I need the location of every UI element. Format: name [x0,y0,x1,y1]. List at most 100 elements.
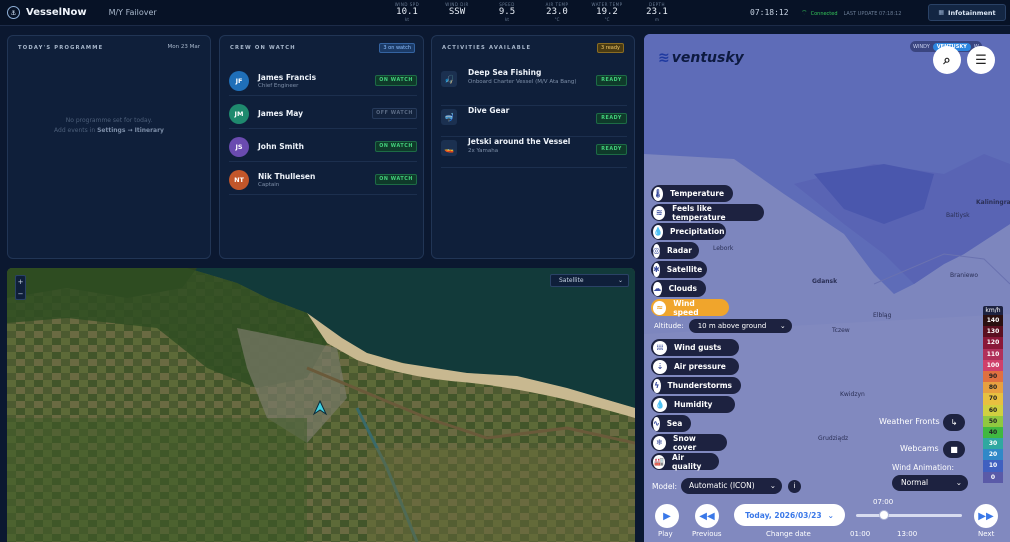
metric-value: 10.1 [396,7,418,17]
layer-precipitation[interactable]: 💧 Precipitation [651,223,726,240]
crew-row[interactable]: JM James May OFF WATCH [229,99,417,129]
legend-cell: 110 [983,348,1003,360]
layer-air-quality[interactable]: 🏭 Air quality [651,453,719,471]
layer-snow-cover[interactable]: ❄ Snow cover [651,434,727,452]
altitude-label: Altitude: [654,322,684,330]
previous-label: Previous [692,530,722,538]
clock: 07:18:12 [750,8,789,17]
panel-title: TODAY'S PROGRAMME [18,45,104,51]
timeline-handle[interactable] [879,510,889,520]
crew-row[interactable]: JF James Francis Chief Engineer ON WATCH [229,66,417,96]
rewind-icon: ◀◀ [699,510,715,522]
wind-animation-label: Wind Animation: [892,463,954,472]
change-date-label: Change date [766,530,811,538]
layer-satellite[interactable]: ✱ Satellite [651,261,707,278]
city-label: Lebork [713,245,734,252]
layer-radar[interactable]: ◎ Radar [651,242,699,259]
app-logo[interactable]: ⚓ VesselNow [7,6,87,19]
zoom-in-button[interactable]: + [16,276,25,288]
layer-air-pressure[interactable]: ⇣ Air pressure [651,358,739,375]
layer-sea[interactable]: ∿ Sea [651,415,691,432]
crew-name: Nik Thullesen [258,171,316,181]
activity-row[interactable]: 🎣 Deep Sea Fishing Onboard Charter Vessel … [441,68,627,106]
layer-icon: ❄ [653,435,666,450]
search-icon: ⌕ [943,52,951,68]
legend-cell: 70 [983,393,1003,405]
city-label: Braniewo [950,272,978,279]
zoom-out-button[interactable]: − [16,288,25,300]
layer-wind-speed[interactable]: ≈ Wind speed [651,299,729,317]
activity-row[interactable]: 🚤 Jetski around the Vessel 2x Yamaha READY [441,137,627,168]
top-bar: ⚓ VesselNow M/Y Failover WIND SPD 10.1 kt W… [0,0,1010,26]
city-label: Grudziądz [818,435,849,442]
model-row: Model: Automatic (ICON) ⌄ i [652,478,802,494]
layer-icon: ⇣ [653,359,667,374]
jetski-icon: 🚤 [441,140,457,156]
webcams-toggle[interactable]: ■ [943,441,965,458]
play-button[interactable]: ▶ [655,504,679,528]
activity-sub: 2x Yamaha [468,148,499,154]
timeline-track[interactable] [856,514,962,517]
satellite-map[interactable]: + − Satellite ⌄ [7,268,635,542]
watch-status: OFF WATCH [372,108,417,119]
vessel-position-icon[interactable] [312,400,328,416]
source-windy[interactable]: WINDY [913,44,930,50]
crew-row[interactable]: NT Nik Thullesen Captain ON WATCH [229,165,417,195]
metric-value: 19.2 [596,7,618,17]
menu-button[interactable]: ☰ [967,46,995,74]
chevron-down-icon: ⌄ [779,322,786,330]
infotainment-button[interactable]: ▦ Infotainment [928,4,1006,21]
empty-hint: Add events in Settings → Itinerary [54,127,164,134]
activity-row[interactable]: 🤿 Dive Gear READY [441,106,627,137]
settings-link[interactable]: Settings → Itinerary [97,127,164,134]
info-icon[interactable]: i [788,479,802,493]
next-label: Next [978,530,995,538]
layer-label: Sea [666,419,683,428]
model-label: Model: [652,481,678,491]
on-watch-badge: 3 on watch [379,43,415,53]
crew-text: James Francis Chief Engineer [258,73,368,89]
current-time: 07:00 [873,498,894,506]
layer-icon: ≋ [653,205,666,220]
crew-name: James May [258,109,304,118]
legend-cell: 50 [983,415,1003,427]
next-button[interactable]: ▶▶ [974,504,998,528]
timeline-tick: 01:00 [850,530,871,538]
altitude-select[interactable]: 10 m above ground ⌄ [688,319,792,333]
ventusky-weather[interactable]: Kaliningrad Braniewo Baltiysk Grudziądz Kwid… [644,34,1010,542]
model-select[interactable]: Automatic (ICON) ⌄ [681,478,783,494]
layer-feels-like-temperature[interactable]: ≋ Feels like temperature [651,204,764,222]
legend-cell: 120 [983,337,1003,349]
activities-panel: ACTIVITIES AVAILABLE 3 ready 🎣 Deep Sea F… [431,35,635,259]
chevron-down-icon: ⌄ [827,510,834,520]
crew-row[interactable]: JS John Smith ON WATCH [229,132,417,162]
previous-button[interactable]: ◀◀ [695,504,719,528]
layer-humidity[interactable]: 💧 Humidity [651,396,735,413]
watch-status: ON WATCH [375,174,417,185]
legend-cell: 130 [983,326,1003,338]
crew-name: James Francis [258,72,317,82]
layer-thunderstorms[interactable]: ϟ Thunderstorms [651,377,741,394]
grid-icon: ▦ [938,9,945,16]
metric-value: 9.5 [498,7,516,17]
menu-icon: ☰ [975,52,987,68]
weather-fronts-toggle[interactable]: ↳ [943,414,965,431]
crew-panel: CREW ON WATCH 3 on watch JF James Francis… [219,35,424,259]
camera-icon: ■ [950,445,958,454]
layer-temperature[interactable]: 🌡 Temperature [651,185,733,202]
layer-label: Satellite [666,265,703,274]
metric: SPEED 9.5 kt [482,2,532,22]
wind-animation-select[interactable]: Normal ⌄ [892,475,968,491]
date-button[interactable]: Today, 2026/03/23 ⌄ [734,504,845,526]
layer-clouds[interactable]: ☁ Clouds [651,280,706,297]
activity-name: Deep Sea Fishing [468,68,542,77]
programme-panel: TODAY'S PROGRAMME Mon 23 Mar No programm… [7,35,211,259]
watch-status: ON WATCH [375,141,417,152]
search-button[interactable]: ⌕ [933,46,961,74]
city-label: Elbląg [873,312,892,319]
watch-status: ON WATCH [375,75,417,86]
layer-wind-gusts[interactable]: 𝍐 Wind gusts [651,339,739,356]
layer-icon: 🌡 [653,186,664,201]
app-name: VesselNow [26,7,87,18]
map-layer-select[interactable]: Satellite ⌄ [550,274,629,287]
